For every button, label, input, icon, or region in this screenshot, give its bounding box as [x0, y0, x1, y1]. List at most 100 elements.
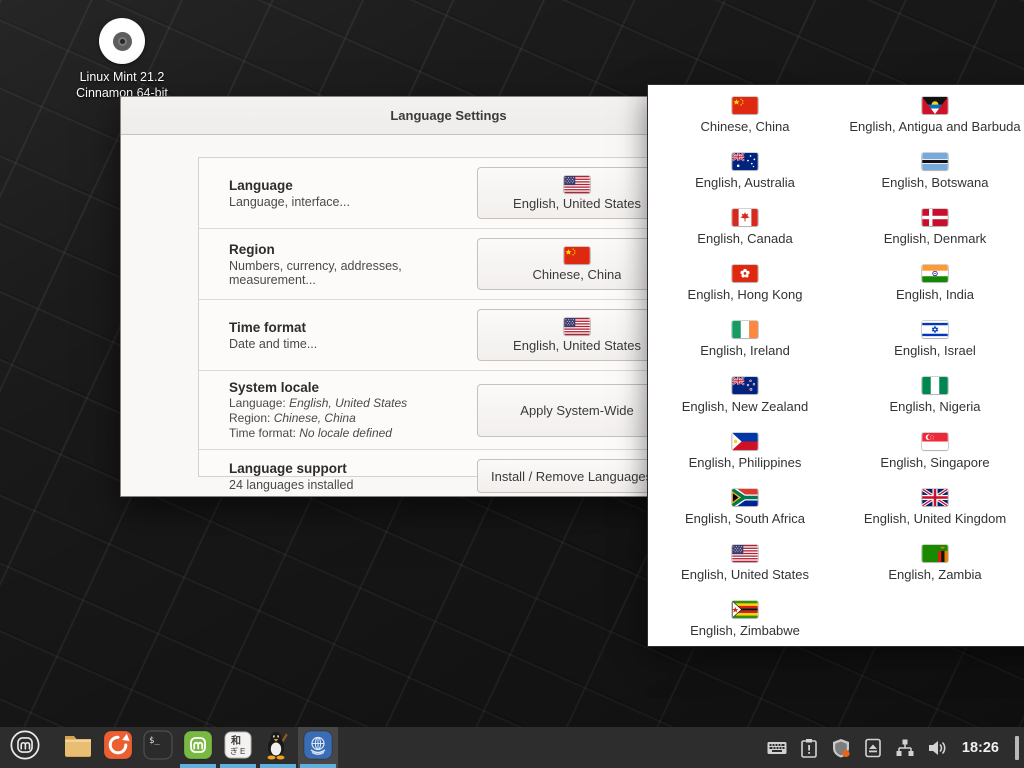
flag-us-icon	[732, 545, 758, 562]
removable-drive-icon[interactable]	[862, 737, 884, 759]
language-option-label: English, Zimbabwe	[690, 623, 800, 638]
cd-disc-icon	[99, 18, 145, 64]
clipboard-warning-icon[interactable]	[798, 737, 820, 759]
taskbar-clock[interactable]: 18:26	[962, 740, 999, 756]
language-option-label: English, Singapore	[880, 455, 989, 470]
firefox-icon	[102, 729, 134, 766]
language-option[interactable]: English, South Africa	[650, 479, 840, 535]
system-tray: 18:26	[766, 736, 1024, 760]
settings-row-system-locale: System localeLanguage: English, United S…	[199, 371, 699, 450]
language-settings-launcher[interactable]	[298, 727, 338, 768]
language-picker-popup: Chinese, China English, Antigua and Barbu…	[647, 84, 1024, 647]
button-label: Apply System-Wide	[520, 403, 633, 418]
settings-row-text: Language Language, interface...	[229, 178, 477, 209]
settings-row-subtitle: Language, interface...	[229, 195, 477, 209]
desktop-icon-linux-mint[interactable]: Linux Mint 21.2 Cinnamon 64-bit	[42, 18, 202, 102]
settings-row-time-format: Time formatDate and time...English, Unit…	[199, 300, 699, 371]
mint-software-launcher[interactable]	[178, 727, 218, 768]
language-option[interactable]: English, United States	[650, 535, 840, 591]
language-option[interactable]: English, Botswana	[840, 143, 1024, 199]
flag-dk-icon	[922, 209, 948, 226]
settings-row-subtitle: 24 languages installed	[229, 478, 477, 492]
language-option[interactable]: Chinese, China	[650, 87, 840, 143]
language-option[interactable]: English, Denmark	[840, 199, 1024, 255]
flag-il-icon	[922, 321, 948, 338]
running-indicator	[260, 764, 296, 768]
button-label: Install / Remove Languages...	[491, 469, 663, 484]
settings-row-text: RegionNumbers, currency, addresses, meas…	[229, 242, 477, 287]
svg-text:E: E	[240, 747, 245, 756]
language-option[interactable]: English, Singapore	[840, 423, 1024, 479]
language-option[interactable]: English, Ireland	[650, 311, 840, 367]
flag-ph-icon	[732, 433, 758, 450]
settings-row-text: System localeLanguage: English, United S…	[229, 380, 477, 440]
file-manager-launcher[interactable]	[58, 727, 98, 768]
flag-hk-icon	[732, 265, 758, 282]
flag-cn-icon	[732, 97, 758, 114]
flag-sg-icon	[922, 433, 948, 450]
language-option-label: Chinese, China	[701, 119, 790, 134]
flag-ng-icon	[922, 377, 948, 394]
language-option[interactable]: English, Canada	[650, 199, 840, 255]
show-desktop-bar[interactable]	[1015, 736, 1019, 760]
settings-list: Language Language, interface... English, U…	[198, 157, 700, 477]
language-option-label: English, India	[896, 287, 974, 302]
tux-penguin-paint-icon	[261, 728, 295, 767]
button-label: English, United States	[513, 196, 641, 211]
language-option[interactable]: English, Zimbabwe	[650, 591, 840, 647]
language-option[interactable]: English, Philippines	[650, 423, 840, 479]
language-option-label: English, Australia	[695, 175, 795, 190]
file-manager-icon	[62, 729, 94, 766]
running-indicator	[180, 764, 216, 768]
terminal-icon: $_	[142, 729, 174, 766]
settings-row-text: Language support 24 languages installed	[229, 461, 477, 492]
mint-software-icon	[182, 729, 214, 766]
mint-menu-button[interactable]	[0, 727, 50, 768]
language-option-label: English, New Zealand	[682, 399, 808, 414]
firefox-launcher[interactable]	[98, 727, 138, 768]
shield-updates-icon[interactable]	[830, 737, 852, 759]
language-option-label: English, Denmark	[884, 231, 987, 246]
input-method-launcher[interactable]: 和ぎE	[218, 727, 258, 768]
terminal-launcher[interactable]: $_	[138, 727, 178, 768]
settings-row-subtitle: Date and time...	[229, 337, 477, 351]
language-option[interactable]: English, Zambia	[840, 535, 1024, 591]
language-option[interactable]: English, Hong Kong	[650, 255, 840, 311]
language-option-label: English, Hong Kong	[688, 287, 803, 302]
language-option[interactable]: English, United Kingdom	[840, 479, 1024, 535]
language-option-label: English, Botswana	[882, 175, 989, 190]
tux-penguin-paint-launcher[interactable]	[258, 727, 298, 768]
button-label: Chinese, China	[533, 267, 622, 282]
language-option[interactable]: English, Nigeria	[840, 367, 1024, 423]
locale-detail-line: Time format: No locale defined	[229, 426, 477, 440]
settings-row-text: Time formatDate and time...	[229, 320, 477, 351]
running-indicator	[220, 764, 256, 768]
language-option-label: English, Israel	[894, 343, 976, 358]
keyboard-icon[interactable]	[766, 737, 788, 759]
flag-ca-icon	[732, 209, 758, 226]
settings-row-region: RegionNumbers, currency, addresses, meas…	[199, 229, 699, 300]
network-icon[interactable]	[894, 737, 916, 759]
language-option[interactable]: English, New Zealand	[650, 367, 840, 423]
language-option[interactable]: English, India	[840, 255, 1024, 311]
flag-ie-icon	[732, 321, 758, 338]
settings-row-title: System locale	[229, 380, 477, 395]
language-option[interactable]: English, Antigua and Barbuda	[840, 87, 1024, 143]
flag-us-icon	[564, 176, 590, 193]
language-option[interactable]: English, Israel	[840, 311, 1024, 367]
flag-nz-icon	[732, 377, 758, 394]
mint-menu-icon	[9, 729, 41, 766]
language-option-label: English, Canada	[697, 231, 792, 246]
settings-row-title: Language	[229, 178, 477, 193]
language-option-label: English, United States	[681, 567, 809, 582]
volume-icon[interactable]	[926, 737, 948, 759]
settings-row-title: Region	[229, 242, 477, 257]
language-option[interactable]: English, Australia	[650, 143, 840, 199]
flag-ag-icon	[922, 97, 948, 114]
settings-row-language: Language Language, interface... English, U…	[199, 158, 699, 229]
window-title: Language Settings	[390, 108, 506, 123]
language-option-label: English, Philippines	[689, 455, 802, 470]
locale-detail-line: Language: English, United States	[229, 396, 477, 410]
settings-row-title: Language support	[229, 461, 477, 476]
flag-in-icon	[922, 265, 948, 282]
